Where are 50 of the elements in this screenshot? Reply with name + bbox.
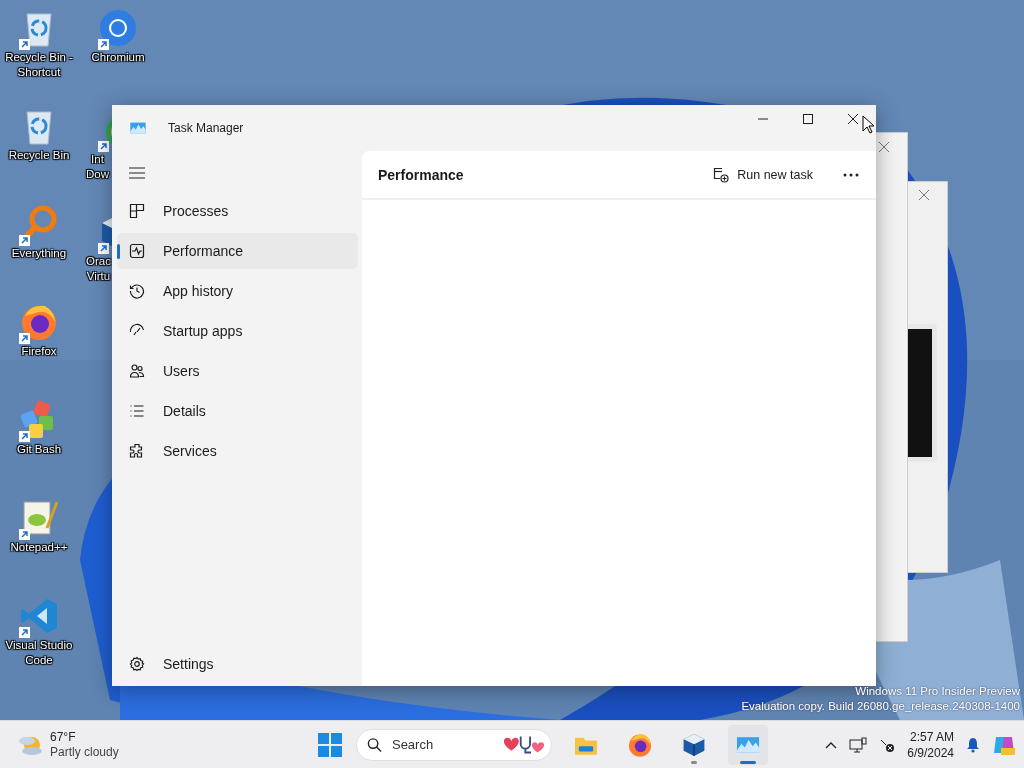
- desktop-icon-label[interactable]: Int Dow: [86, 152, 109, 182]
- nav-item[interactable]: Details: [117, 393, 358, 429]
- desktop-icon-label[interactable]: Git Bash: [16, 442, 62, 457]
- search-bar[interactable]: Search: [356, 728, 552, 761]
- window-title: Task Manager: [168, 121, 244, 135]
- firefox-icon: [627, 731, 653, 758]
- desktop-icon-label[interactable]: Recycle Bin: [8, 148, 70, 163]
- desktop-icon-label[interactable]: Visual Studio Code: [0, 638, 78, 668]
- list-icon: [129, 403, 145, 419]
- grid-icon: [129, 203, 145, 219]
- close-icon[interactable]: [848, 114, 858, 124]
- taskbar-app[interactable]: [728, 724, 768, 765]
- chromium-icon: [98, 8, 138, 48]
- search-input[interactable]: Search: [389, 736, 494, 753]
- nav-item[interactable]: Startup apps: [117, 313, 358, 349]
- chevron-up-icon[interactable]: [825, 740, 838, 749]
- pulse-icon: [129, 243, 145, 259]
- nav-item[interactable]: Performance: [117, 233, 358, 269]
- start-icon[interactable]: [318, 732, 342, 757]
- running-indicator: [740, 760, 756, 764]
- more-icon[interactable]: [843, 172, 859, 177]
- bell-icon[interactable]: [966, 736, 980, 753]
- weather-widget[interactable]: 67°F Partly cloudy: [0, 729, 298, 760]
- settings-icon: [129, 656, 145, 672]
- new-task-icon: [713, 166, 730, 183]
- search-icon: [367, 736, 382, 753]
- temperature: 67°F: [50, 729, 77, 745]
- virtualbox-icon: [681, 731, 707, 758]
- desktop-icon-label[interactable]: Notepad++: [10, 540, 68, 555]
- nav-item[interactable]: Users: [117, 353, 358, 389]
- weather-condition: Partly cloudy: [50, 744, 119, 760]
- watermark-text: Windows 11 Pro Insider Preview: [855, 684, 1020, 699]
- history-icon: [129, 283, 145, 299]
- nav-item[interactable]: App history: [117, 273, 358, 309]
- code-editor-icon: [19, 596, 59, 636]
- maximize-icon[interactable]: [803, 114, 813, 124]
- network-icon[interactable]: [849, 736, 868, 753]
- page-title: Performance: [378, 166, 464, 183]
- selection-indicator: [117, 244, 120, 259]
- desktop-icon-label[interactable]: Orac Virtu: [86, 254, 111, 284]
- running-indicator: [691, 760, 697, 764]
- clock[interactable]: 2:57 AM 6/9/2024: [907, 728, 954, 761]
- nav-item[interactable]: Processes: [117, 193, 358, 229]
- settings-item[interactable]: Settings: [117, 646, 358, 682]
- users-icon: [129, 363, 145, 379]
- puzzle-icon: [129, 443, 145, 459]
- run-new-task-button[interactable]: Run new task: [705, 160, 821, 189]
- menu-icon[interactable]: [129, 167, 145, 179]
- nav-item[interactable]: Services: [117, 433, 358, 469]
- watermark-text: Evaluation copy. Build 26080.ge_release.240308-1400: [741, 699, 1020, 714]
